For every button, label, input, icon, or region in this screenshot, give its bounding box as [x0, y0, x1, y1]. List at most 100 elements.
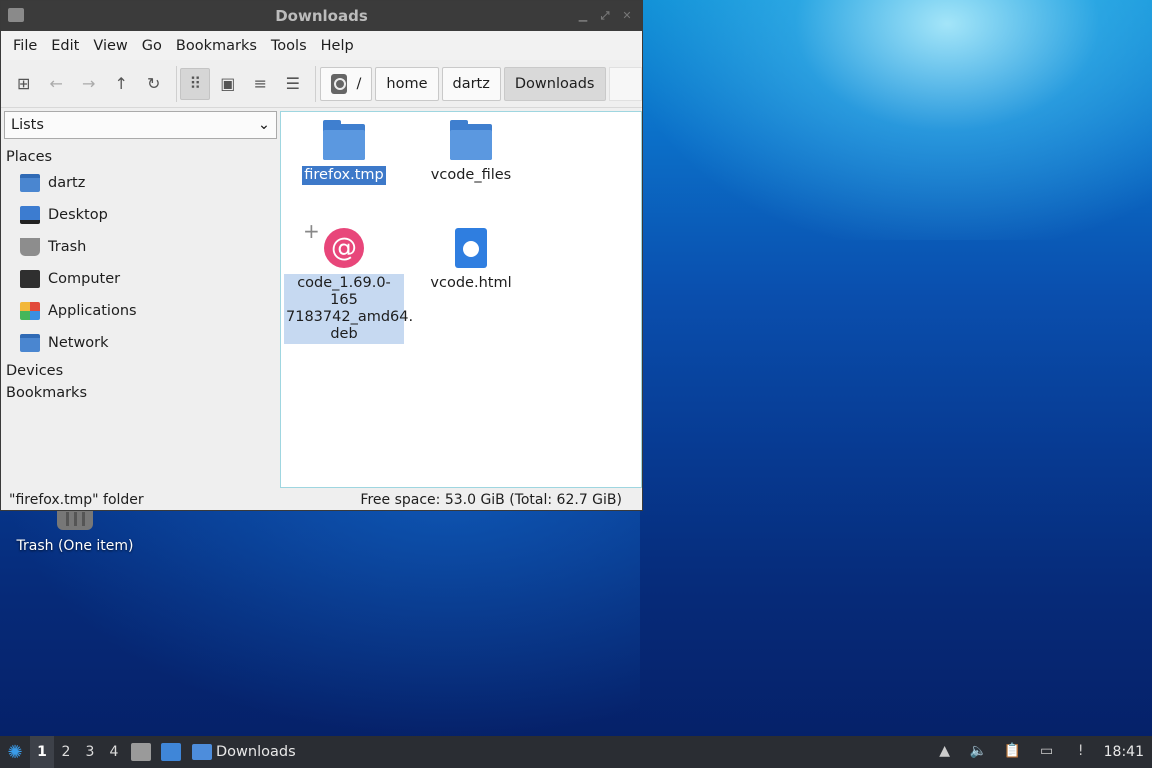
- file-name: vcode.html: [430, 275, 512, 291]
- start-menu-icon[interactable]: ✺: [0, 736, 30, 768]
- toolbar-divider: [314, 65, 316, 102]
- bookmarks-heading[interactable]: Bookmarks: [4, 381, 277, 403]
- menu-view[interactable]: View: [86, 38, 134, 54]
- toolbar-divider: [175, 65, 177, 102]
- workspace-1[interactable]: 1: [30, 736, 54, 768]
- network-icon: [20, 334, 40, 352]
- reload-icon[interactable]: ↻: [139, 68, 169, 100]
- breadcrumb-home[interactable]: home: [375, 66, 439, 101]
- sidebar-item-trash[interactable]: Trash: [4, 231, 277, 263]
- detail-view-icon[interactable]: ☰: [278, 68, 308, 100]
- breadcrumb-root[interactable]: /: [319, 66, 373, 101]
- taskbar: ✺ 1 2 3 4 Downloads ▲ 🔈 📋 ▭ ! 18:41: [0, 736, 1152, 768]
- back-arrow-icon[interactable]: ←: [42, 68, 72, 100]
- breadcrumb-spacer: [608, 66, 642, 101]
- volume-icon[interactable]: 🔈: [969, 743, 989, 761]
- up-arrow-icon[interactable]: ↑: [107, 68, 137, 100]
- home-folder-icon: [20, 174, 40, 192]
- sidebar-item-label: dartz: [48, 175, 86, 191]
- system-tray: ▲ 🔈 📋 ▭ ! 18:41: [928, 736, 1152, 768]
- file-name: code_1.69.0-165 7183742_amd64. deb: [284, 274, 413, 344]
- menubar: File Edit View Go Bookmarks Tools Help: [1, 31, 642, 60]
- notification-icon[interactable]: !: [1071, 743, 1091, 761]
- new-tab-icon[interactable]: ⊞: [9, 68, 39, 100]
- file-name-line: code_1.69.0-165: [297, 275, 391, 308]
- updates-icon[interactable]: ▲: [935, 743, 955, 761]
- file-manager-window: Downloads ▁ ⤢ ✕ File Edit View Go Bookma…: [0, 0, 643, 511]
- desktop-trash-label: Trash (One item): [16, 538, 134, 554]
- html-file-icon: [455, 228, 487, 268]
- show-desktop-icon[interactable]: [161, 743, 181, 761]
- sidebar-item-label: Trash: [48, 239, 87, 255]
- sidebar: Lists ⌄ Places dartz Desktop Trash Compu…: [4, 111, 277, 486]
- folder-icon: [8, 8, 24, 22]
- file-name: firefox.tmp: [301, 165, 387, 186]
- sidebar-item-dartz[interactable]: dartz: [4, 167, 277, 199]
- add-selection-icon: +: [303, 219, 320, 243]
- menu-tools[interactable]: Tools: [264, 38, 314, 54]
- devices-heading[interactable]: Devices: [4, 359, 277, 381]
- sidebar-item-network[interactable]: Network: [4, 327, 277, 359]
- file-item-vcode-files[interactable]: vcode_files: [410, 114, 532, 185]
- file-manager-launcher-icon[interactable]: [131, 743, 151, 761]
- file-item-code-deb[interactable]: @ code_1.69.0-165 7183742_amd64. deb: [283, 222, 413, 344]
- thumbnail-view-icon[interactable]: ▣: [213, 68, 243, 100]
- sidebar-item-label: Applications: [48, 303, 137, 319]
- drive-icon: [330, 73, 347, 94]
- maximize-icon[interactable]: ⤢: [598, 9, 612, 23]
- window-title: Downloads: [275, 7, 368, 25]
- taskbar-window-downloads[interactable]: Downloads: [186, 736, 302, 768]
- file-item-vcode-html[interactable]: vcode.html: [410, 222, 532, 293]
- menu-edit[interactable]: Edit: [44, 38, 86, 54]
- workspace-3[interactable]: 3: [78, 736, 102, 768]
- debian-package-icon: @: [324, 228, 364, 268]
- menu-help[interactable]: Help: [314, 38, 361, 54]
- file-view[interactable]: firefox.tmp vcode_files @ code_1.69.0-16…: [280, 111, 642, 488]
- network-monitor-icon[interactable]: ▭: [1037, 743, 1057, 761]
- taskbar-window-label: Downloads: [216, 744, 296, 760]
- close-icon[interactable]: ✕: [620, 9, 634, 23]
- forward-arrow-icon[interactable]: →: [74, 68, 104, 100]
- folder-icon: [450, 120, 492, 160]
- icon-view-icon[interactable]: ⠿: [180, 67, 211, 100]
- toolbar: ⊞ ← → ↑ ↻ ⠿ ▣ ≡ ☰ / home dartz Downloads: [1, 60, 642, 108]
- folder-icon: [192, 744, 212, 760]
- places-heading[interactable]: Places: [4, 139, 277, 167]
- trash-icon: [57, 510, 93, 530]
- sidebar-mode-value: Lists: [11, 117, 44, 133]
- status-free-space: Free space: 53.0 GiB (Total: 62.7 GiB): [360, 492, 622, 508]
- sidebar-item-applications[interactable]: Applications: [4, 295, 277, 327]
- breadcrumb-downloads[interactable]: Downloads: [503, 66, 606, 101]
- workspace-2[interactable]: 2: [54, 736, 78, 768]
- clock[interactable]: 18:41: [1104, 744, 1144, 760]
- sidebar-mode-dropdown[interactable]: Lists ⌄: [4, 111, 277, 139]
- sidebar-item-label: Computer: [48, 271, 121, 287]
- status-bar: "firefox.tmp" folder Free space: 53.0 Gi…: [1, 488, 642, 512]
- file-name-line: deb: [330, 326, 358, 342]
- breadcrumb-dartz[interactable]: dartz: [441, 66, 501, 101]
- status-selection: "firefox.tmp" folder: [9, 492, 144, 508]
- desktop-icon: [20, 206, 40, 224]
- file-name-line: 7183742_amd64.: [286, 309, 414, 325]
- clipboard-icon[interactable]: 📋: [1003, 743, 1023, 761]
- sidebar-item-label: Network: [48, 335, 109, 351]
- compact-view-icon[interactable]: ≡: [246, 68, 276, 100]
- chevron-down-icon: ⌄: [257, 117, 270, 133]
- folder-icon: [323, 120, 365, 160]
- desktop-trash-icon[interactable]: Trash (One item): [14, 510, 136, 554]
- file-item-firefox-tmp[interactable]: firefox.tmp: [283, 114, 405, 186]
- minimize-icon[interactable]: ▁: [576, 9, 590, 23]
- sidebar-item-desktop[interactable]: Desktop: [4, 199, 277, 231]
- sidebar-item-computer[interactable]: Computer: [4, 263, 277, 295]
- menu-file[interactable]: File: [6, 38, 44, 54]
- sidebar-item-label: Desktop: [48, 207, 108, 223]
- workspace-4[interactable]: 4: [102, 736, 126, 768]
- computer-icon: [20, 270, 40, 288]
- menu-go[interactable]: Go: [135, 38, 169, 54]
- file-name: vcode_files: [430, 167, 512, 183]
- menu-bookmarks[interactable]: Bookmarks: [169, 38, 264, 54]
- breadcrumb-root-label: /: [356, 75, 362, 92]
- window-titlebar[interactable]: Downloads ▁ ⤢ ✕: [1, 1, 642, 31]
- desktop-wallpaper: [640, 0, 1152, 240]
- applications-icon: [20, 302, 40, 320]
